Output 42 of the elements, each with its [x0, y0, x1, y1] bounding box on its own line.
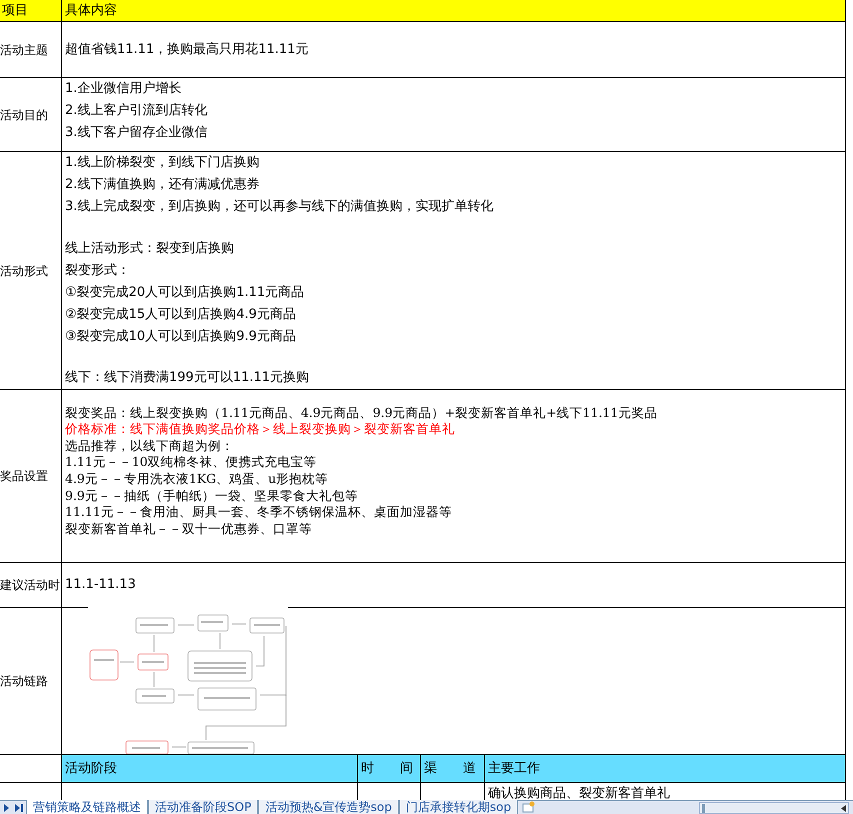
cell-text: 1.11元－－10双纯棉冬袜、便携式充电宝等	[65, 454, 318, 471]
table-cell-text: 确认换购商品、裂变新客首单礼	[487, 785, 671, 800]
cell-text: ①裂变完成20人可以到店换购1.11元商品	[65, 284, 306, 302]
cell-text: ②裂变完成15人可以到店换购4.9元商品	[65, 306, 297, 324]
cell-text: 价格标准：线下满值换购奖品价格＞线上裂变换购＞裂变新客首单礼	[65, 421, 456, 438]
sheet-tab[interactable]: 门店承接转化期sop	[398, 800, 518, 814]
cell-text: 9.9元－－抽纸（手帕纸）一袋、坚果零食大礼包等	[65, 488, 359, 504]
row-label: 奖品设置	[0, 468, 48, 485]
row-label: 活动主题	[0, 42, 48, 58]
cell-text: 2.线下满值换购，还有满减优惠券	[65, 176, 260, 194]
column-header: 时 间	[358, 755, 421, 782]
last-sheet-icon[interactable]	[15, 804, 23, 812]
cell-text: 超值省钱11.11，换购最高只用花11.11元	[65, 40, 310, 58]
cell-text: 1.线上阶梯裂变，到线下门店换购	[65, 154, 260, 172]
sheet-tab[interactable]: 活动预热&宣传造势sop	[258, 800, 399, 814]
cell-text: ③裂变完成10人可以到店换购9.9元商品	[65, 328, 297, 346]
row-label: 活动形式	[0, 262, 48, 280]
cell-text: 3.线上完成裂变，到店换购，还可以再参与线下的满值换购，实现扩单转化	[65, 198, 494, 216]
sheet-tab[interactable]: 营销策略及链路概述	[26, 800, 148, 814]
column-header: 项目	[0, 0, 62, 21]
sheet-tab[interactable]: 活动准备阶段SOP	[148, 800, 258, 814]
cell-text: 3.线下客户留存企业微信	[65, 124, 208, 142]
cell-text: 11.11元－－食用油、厨具一套、冬季不锈钢保温杯、桌面加湿器等	[65, 504, 453, 521]
cell-text: 11.1-11.13	[65, 576, 137, 594]
column-header: 主要工作	[485, 755, 845, 782]
cell-text: 1.企业微信用户增长	[65, 80, 182, 98]
row-label: 活动链路	[0, 673, 48, 690]
column-header: 具体内容	[64, 2, 118, 20]
row-label: 活动目的	[0, 106, 48, 124]
cell-text: 裂变形式：	[65, 262, 131, 280]
insert-sheet-icon[interactable]	[522, 801, 536, 813]
cell-text: 选品推荐，以线下商超为例：	[65, 438, 235, 454]
cell-text: 裂变奖品：线上裂变换购（1.11元商品、4.9元商品、9.9元商品）+裂变新客首单礼+线下11.11元奖品	[65, 404, 658, 422]
column-header: 渠 道	[421, 755, 485, 782]
cell-text: 线上活动形式：裂变到店换购	[65, 240, 235, 258]
row-label: 建议活动时	[0, 577, 60, 594]
cell-text: 4.9元－－专用洗衣液1KG、鸡蛋、u形抱枕等	[65, 471, 330, 488]
cell-text: 2.线上客户引流到店转化	[65, 102, 208, 120]
cell-text: 裂变新客首单礼－－双十一优惠券、口罩等	[65, 520, 313, 538]
column-header: 活动阶段	[62, 755, 358, 782]
cell-text: 线下：线下消费满199元可以11.11元换购	[65, 369, 310, 387]
next-sheet-icon[interactable]	[3, 804, 9, 812]
